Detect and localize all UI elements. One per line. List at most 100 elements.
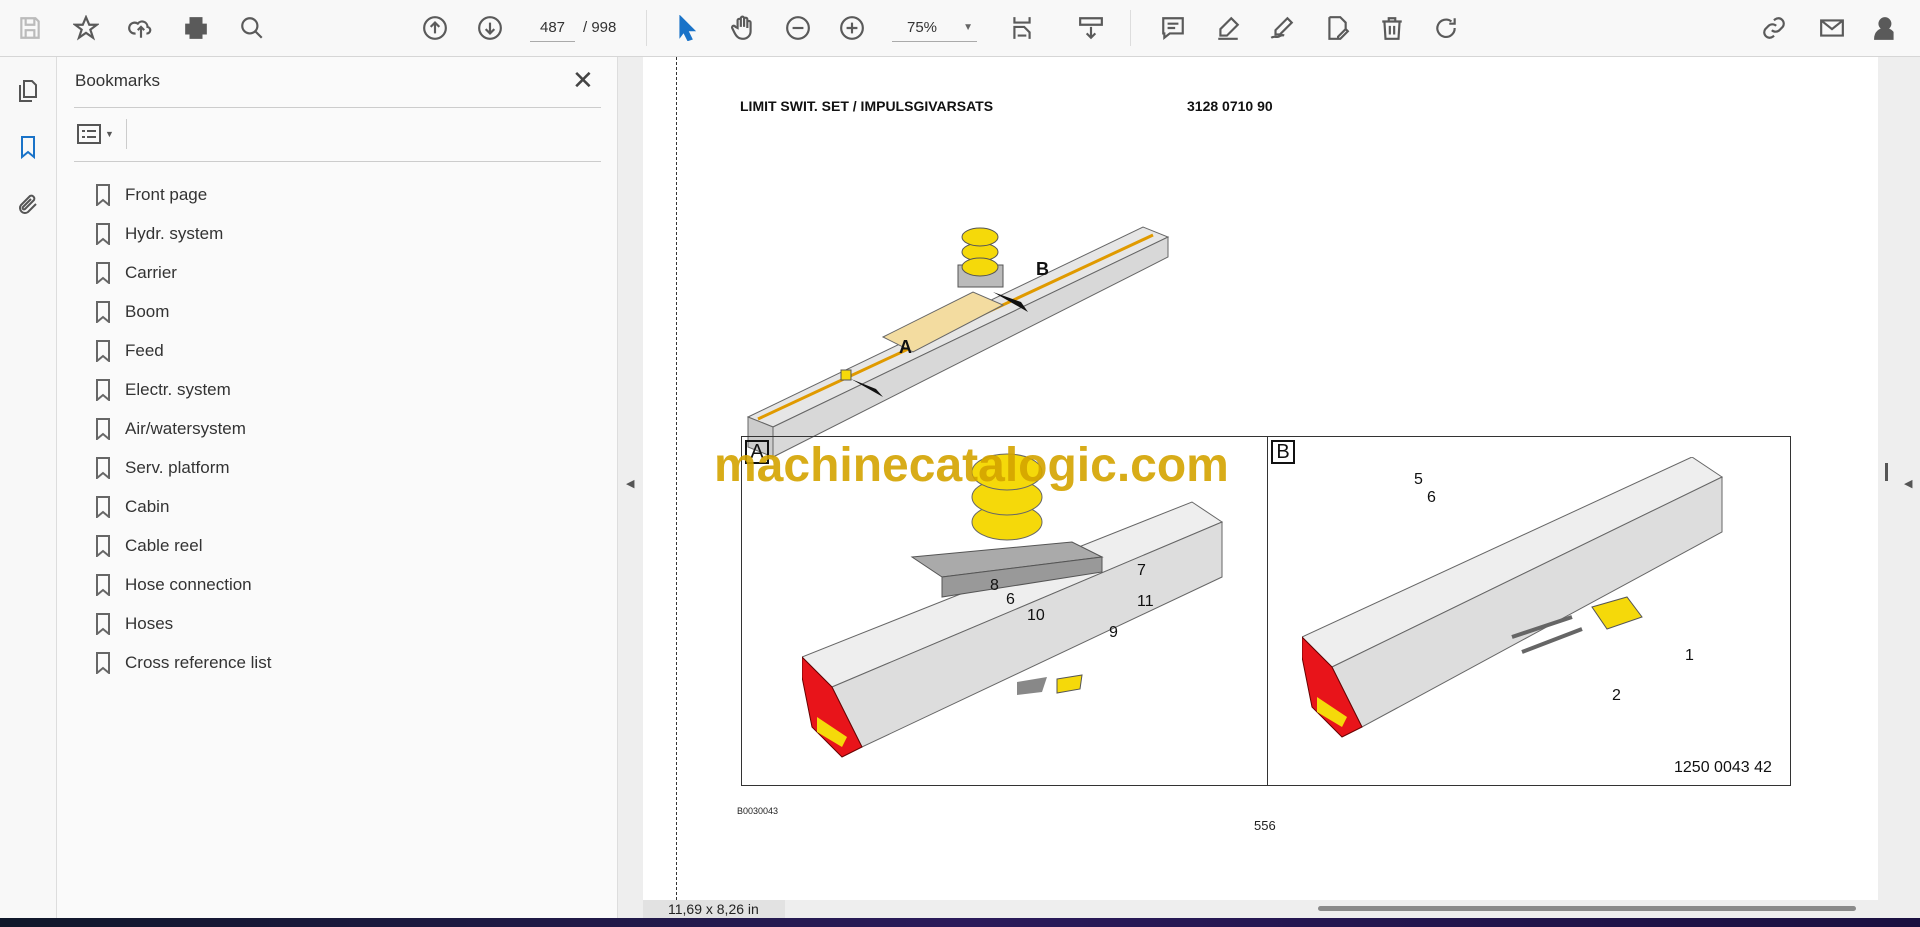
overview-label-a: A [899,337,912,357]
bookmark-label: Hydr. system [125,223,224,243]
bookmark-item[interactable]: Carrier [95,253,271,292]
document-page: LIMIT SWIT. SET / IMPULSGIVARSATS 3128 0… [643,57,1878,900]
page-boundary [676,57,677,900]
zoom-in-icon[interactable] [836,12,868,44]
zoom-select[interactable]: 75% ▼ [892,14,977,42]
bookmark-icon [96,417,110,440]
callout-6: 6 [1427,489,1436,506]
callout-1: 1 [1685,647,1694,664]
chevron-down-icon: ▼ [963,22,973,33]
sign-icon[interactable] [1266,12,1298,44]
bookmarks-panel: Bookmarks ✕ ▼ Front page Hydr. system Carr… [57,57,617,918]
scrollbar-handle[interactable] [1885,463,1888,481]
bookmark-item[interactable]: Hose connection [95,565,271,604]
bookmark-icon [96,300,110,323]
page-title: LIMIT SWIT. SET / IMPULSGIVARSATS [740,98,994,114]
drawing-number: 1250 0043 42 [1674,759,1772,776]
bookmark-icon [96,573,110,596]
rotate-icon[interactable] [1430,12,1462,44]
taskbar [0,918,1920,927]
search-zoom-icon[interactable] [236,12,268,44]
callout-6: 6 [1006,591,1015,608]
account-icon[interactable] [1870,12,1902,44]
bookmark-label: Cable reel [125,535,203,555]
divider [1267,437,1268,785]
bookmark-label: Cabin [125,496,170,516]
page-down-icon[interactable] [474,12,506,44]
bookmark-item[interactable]: Cross reference list [95,643,271,682]
highlight-icon[interactable] [1212,12,1244,44]
share-link-icon[interactable] [1758,12,1790,44]
bookmark-icon [96,534,110,557]
callout-7: 7 [1137,562,1146,579]
detail-b-drawing [1302,457,1724,738]
bookmark-item[interactable]: Boom [95,292,271,331]
fit-page-icon[interactable] [1006,12,1038,44]
bookmark-item[interactable]: Hydr. system [95,214,271,253]
callout-9: 9 [1109,624,1118,641]
page-number-input[interactable]: 487 [530,14,575,42]
callout-11: 11 [1137,593,1154,610]
panel-collapse-strip[interactable]: ◀ [617,57,643,918]
scroll-mode-icon[interactable] [1075,12,1107,44]
bookmark-item[interactable]: Cable reel [95,526,271,565]
chevron-down-icon: ▼ [105,129,114,139]
divider [74,161,601,162]
toolbar: 487 / 998 75% ▼ [0,0,1920,57]
watermark: machinecatalogic.com [714,439,1229,492]
page-dimensions: 11,69 x 8,26 in [643,900,785,918]
bookmark-label: Hose connection [125,574,252,594]
bookmark-item[interactable]: Front page [95,175,271,214]
panel-title: Bookmarks [75,71,161,90]
pages-thumbnail-icon[interactable] [12,75,44,107]
chevron-left-icon[interactable]: ◀ [626,477,634,490]
email-icon[interactable] [1816,12,1848,44]
zoom-value: 75% [907,19,938,36]
page-total: / 998 [583,19,617,36]
bookmark-icon [96,378,110,401]
callout-2: 2 [1612,687,1621,704]
bookmark-item[interactable]: Electr. system [95,370,271,409]
edit-pdf-icon[interactable] [1321,12,1353,44]
bookmark-item[interactable]: Serv. platform [95,448,271,487]
close-icon[interactable]: ✕ [572,65,594,96]
bookmark-label: Serv. platform [125,457,230,477]
select-arrow-icon[interactable] [671,12,703,44]
chevron-left-icon[interactable]: ◀ [1904,477,1912,490]
bookmark-icon [96,651,110,674]
bookmarks-icon[interactable] [12,131,44,163]
bookmark-item[interactable]: Cabin [95,487,271,526]
bookmark-label: Hoses [125,613,174,633]
upload-cloud-icon[interactable] [125,12,157,44]
attachment-icon[interactable] [12,189,44,221]
bookmark-icon [96,261,110,284]
horizontal-scrollbar[interactable] [1318,906,1856,911]
bookmark-list: Front page Hydr. system Carrier Boom Feed Ele… [95,175,271,682]
part-number: 3128 0710 90 [1187,98,1273,114]
bookmark-item[interactable]: Hoses [95,604,271,643]
bookmark-star-icon[interactable] [70,12,102,44]
bookmark-label: Electr. system [125,379,231,399]
detail-b-label: B [1271,440,1295,464]
delete-icon[interactable] [1376,12,1408,44]
divider [125,119,127,149]
bookmark-icon [96,495,110,518]
callout-8: 8 [990,577,999,594]
bookmark-label: Boom [125,301,170,321]
bookmark-icon [96,183,110,206]
figure-code: B0030043 [737,806,779,816]
bookmark-item[interactable]: Air/watersystem [95,409,271,448]
zoom-out-icon[interactable] [782,12,814,44]
bookmark-icon [96,612,110,635]
bookmark-options-button[interactable]: ▼ [77,119,127,149]
callout-5: 5 [1414,471,1423,488]
save-icon[interactable] [14,12,46,44]
hand-icon[interactable] [727,12,759,44]
page-up-icon[interactable] [419,12,451,44]
comment-icon[interactable] [1157,12,1189,44]
page-number: 556 [1254,818,1276,833]
bookmark-item[interactable]: Feed [95,331,271,370]
bookmark-icon [96,222,110,245]
print-icon[interactable] [180,12,212,44]
right-panel-strip[interactable]: ◀ [1878,57,1920,918]
